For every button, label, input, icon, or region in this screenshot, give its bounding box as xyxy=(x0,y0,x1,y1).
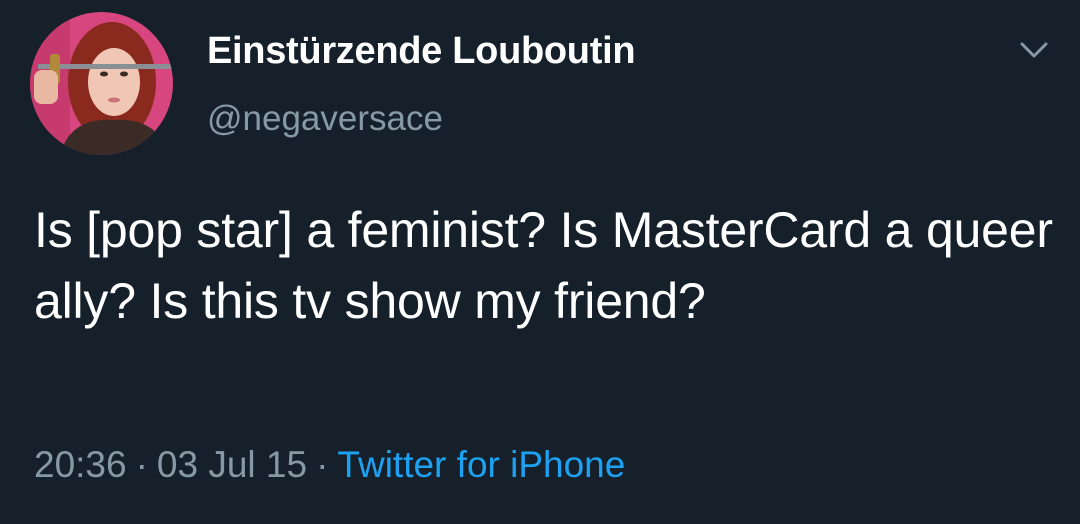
tweet-meta: 20:36 · 03 Jul 15 · Twitter for iPhone xyxy=(34,444,625,486)
tweet-source-link[interactable]: Twitter for iPhone xyxy=(337,444,625,485)
chevron-down-icon[interactable] xyxy=(1014,36,1054,64)
tweet-time[interactable]: 20:36 xyxy=(34,444,127,485)
tweet-date[interactable]: 03 Jul 15 xyxy=(157,444,307,485)
display-name[interactable]: Einstürzende Louboutin xyxy=(207,30,636,73)
avatar-photo xyxy=(30,12,173,155)
separator-dot: · xyxy=(135,444,148,485)
separator-dot: · xyxy=(316,444,329,485)
tweet-text: Is [pop star] a feminist? Is MasterCard … xyxy=(34,202,1053,329)
tweet-card: Einstürzende Louboutin @negaversace Is [… xyxy=(0,0,1080,524)
avatar[interactable] xyxy=(30,12,173,155)
user-handle[interactable]: @negaversace xyxy=(207,99,443,139)
